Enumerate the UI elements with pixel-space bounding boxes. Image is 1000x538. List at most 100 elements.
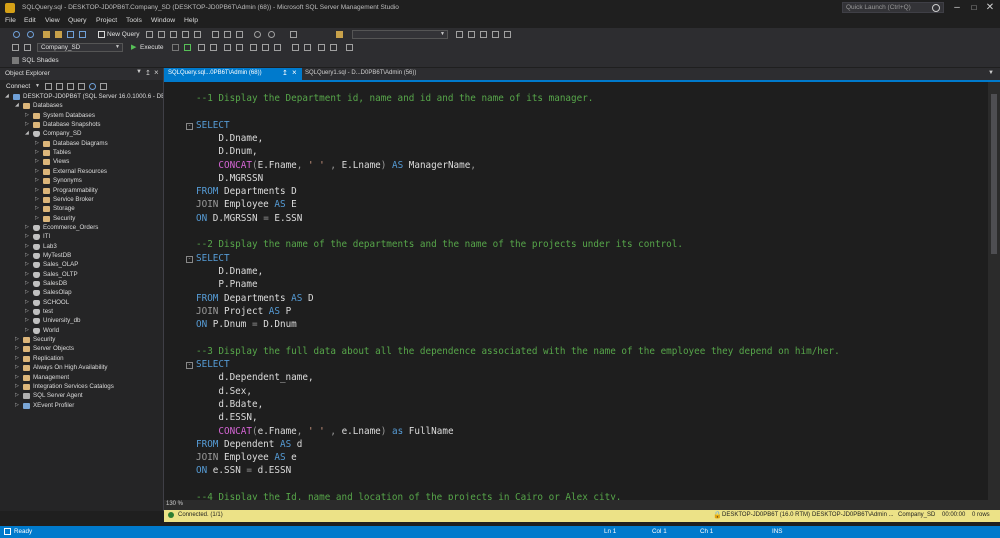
chevron-down-icon[interactable]: ▼ [35,83,40,89]
find-combo[interactable]: ▼ [352,30,448,39]
expand-icon[interactable]: ▷ [15,383,19,389]
expand-icon[interactable]: ▷ [25,233,29,239]
code-line[interactable]: FROM Departments AS D [196,293,314,306]
mdx-query-icon[interactable] [170,31,177,38]
comment-out-icon[interactable] [292,44,299,51]
code-line[interactable]: D.Dname, [196,133,263,146]
code-line[interactable]: --3 Display the full data about all the … [196,346,840,359]
code-line[interactable]: P.Pname [196,279,257,292]
query-designer-icon[interactable] [210,44,217,51]
expand-icon[interactable]: ▷ [25,308,29,314]
save-icon[interactable] [67,31,74,38]
save-all-icon[interactable] [79,31,86,38]
refresh-icon[interactable] [89,83,96,90]
code-line[interactable]: ON e.SSN = d.ESSN [196,465,291,478]
expand-icon[interactable]: ▷ [35,215,39,221]
available-databases-select[interactable]: Company_SD ▼ [37,43,123,52]
menu-view[interactable]: View [45,17,60,24]
code-line[interactable]: ON D.MGRSSN = E.SSN [196,213,302,226]
code-line[interactable]: CONCAT(e.Fname, ' ' , e.Lname) as FullNa… [196,426,453,439]
expand-icon[interactable]: ▷ [25,327,29,333]
parse-icon[interactable] [184,44,191,51]
pin-icon[interactable]: ↥ [282,69,288,77]
code-line[interactable]: JOIN Employee AS e [196,452,297,465]
redo-icon[interactable] [268,31,275,38]
open-file-icon[interactable] [55,31,62,38]
collapse-icon[interactable]: ◢ [25,130,29,136]
expand-icon[interactable]: ▷ [35,168,39,174]
expand-icon[interactable]: ▷ [15,336,19,342]
sql-shades-button[interactable]: SQL Shades [22,57,59,64]
back-icon[interactable] [13,31,20,38]
collapse-icon[interactable]: ◢ [5,93,9,99]
code-line[interactable]: d.Dependent_name, [196,372,313,385]
tab-sqlquery[interactable]: SQLQuery.sql...0PB6T\Admin (68)) ↥ × [164,68,302,80]
expand-icon[interactable]: ▷ [15,364,19,370]
execute-button[interactable]: Execute [140,44,164,51]
expand-icon[interactable]: ▷ [35,149,39,155]
editor-horizontal-scrollbar[interactable] [164,500,1000,510]
solution-configurations-icon[interactable] [290,31,297,38]
code-line[interactable]: SELECT [196,120,230,133]
template-explorer-icon[interactable] [504,31,511,38]
zoom-level[interactable]: 130 % [166,501,183,507]
code-line[interactable]: JOIN Project AS P [196,306,291,319]
fold-toggle-icon[interactable]: - [186,122,193,130]
new-project-icon[interactable] [43,31,50,38]
expand-icon[interactable]: ▷ [15,374,19,380]
display-estimated-plan-icon[interactable] [198,44,205,51]
expand-icon[interactable]: ▷ [25,299,29,305]
minimize-button[interactable]: – [949,2,965,14]
cancel-query-icon[interactable] [172,44,179,51]
tools-icon[interactable] [468,31,475,38]
editor-scroll-thumb[interactable] [991,94,997,254]
menu-edit[interactable]: Edit [24,17,36,24]
increase-indent-icon[interactable] [330,44,337,51]
properties-icon[interactable] [456,31,463,38]
expand-icon[interactable]: ▷ [35,196,39,202]
code-line[interactable]: FROM Departments D [196,186,297,199]
find-in-files-icon[interactable] [336,31,343,38]
expand-icon[interactable]: ▷ [15,402,19,408]
connect-icon[interactable] [12,44,19,51]
copy-icon[interactable] [224,31,231,38]
expand-icon[interactable]: ▷ [25,252,29,258]
expand-icon[interactable]: ▷ [25,243,29,249]
quick-launch-input[interactable]: Quick Launch (Ctrl+Q) [842,2,944,13]
menu-project[interactable]: Project [96,17,117,24]
decrease-indent-icon[interactable] [318,44,325,51]
expand-icon[interactable]: ▷ [35,177,39,183]
chevron-down-icon[interactable]: ▼ [136,69,142,75]
results-to-file-icon[interactable] [274,44,281,51]
collapse-icon[interactable]: ◢ [15,102,19,108]
code-line[interactable]: ON P.Dnum = D.Dnum [196,319,297,332]
stop-icon[interactable] [67,83,74,90]
new-query-button[interactable]: New Query [107,31,140,38]
expand-icon[interactable]: ▷ [25,261,29,267]
undo-icon[interactable] [254,31,261,38]
code-line[interactable]: d.ESSN, [196,412,257,425]
cut-icon[interactable] [212,31,219,38]
object-explorer-icon[interactable] [492,31,499,38]
activity-monitor-icon[interactable] [100,83,107,90]
close-button[interactable]: ✕ [982,2,998,14]
menu-help[interactable]: Help [184,17,198,24]
filter-icon[interactable] [78,83,85,90]
analysis-query-icon[interactable] [158,31,165,38]
code-line[interactable]: SELECT [196,359,230,372]
code-line[interactable]: --4 Display the Id, name and location of… [196,492,621,500]
expand-icon[interactable]: ▷ [25,280,29,286]
toolbox-icon[interactable] [480,31,487,38]
expand-icon[interactable]: ▷ [25,112,29,118]
menu-tools[interactable]: Tools [126,17,142,24]
code-line[interactable]: d.Bdate, [196,399,263,412]
expand-icon[interactable]: ▷ [35,187,39,193]
menu-query[interactable]: Query [68,17,87,24]
menu-file[interactable]: File [5,17,16,24]
change-connection-icon[interactable] [24,44,31,51]
code-line[interactable]: D.Dnum, [196,146,257,159]
close-icon[interactable]: × [292,68,297,77]
expand-icon[interactable]: ▷ [15,392,19,398]
tab-sqlquery1[interactable]: SQLQuery1.sql - D...D0PB6T\Admin (56)) [302,68,452,80]
code-line[interactable]: D.MGRSSN [196,173,263,186]
